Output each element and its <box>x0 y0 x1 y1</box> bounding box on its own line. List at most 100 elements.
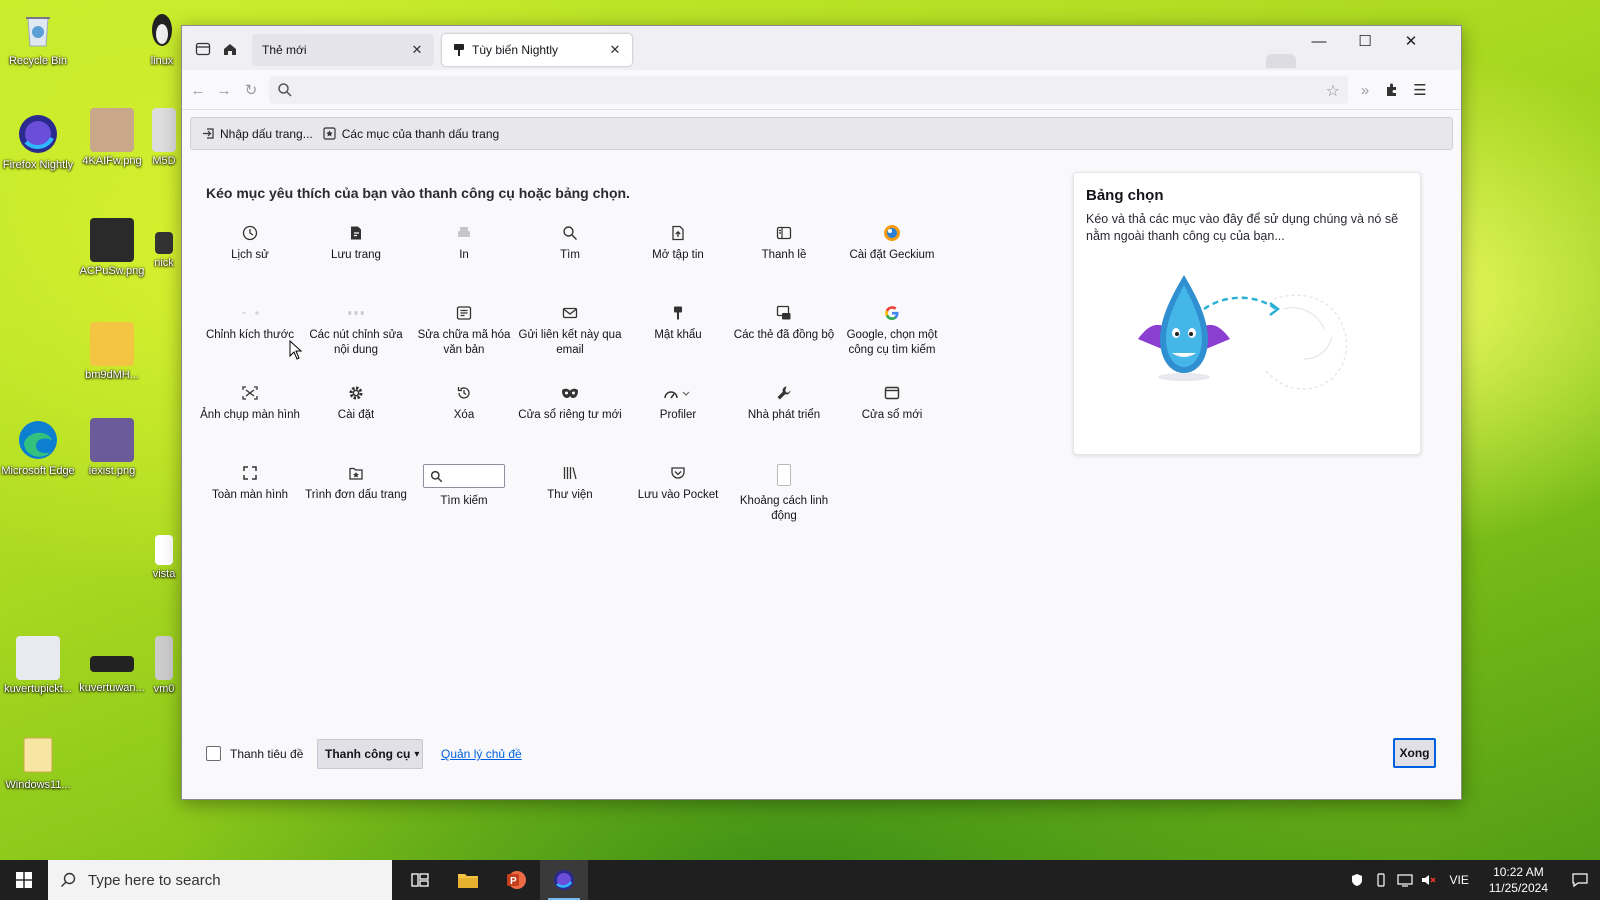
forward-button[interactable]: → <box>213 79 235 101</box>
desktop-icon-kuvertuwan[interactable]: kuvertuwan... <box>74 648 150 695</box>
taskbar-search-box[interactable]: Type here to search <box>48 860 392 900</box>
back-arrow-icon: ← <box>190 81 206 99</box>
taskbar-file-explorer[interactable] <box>444 860 492 900</box>
input-language[interactable]: VIE <box>1449 873 1468 887</box>
palette-item-forget[interactable]: Xóa <box>410 384 518 423</box>
palette-item-developer[interactable]: Nhà phát triển <box>730 384 838 423</box>
palette-item-bookmarks-menu[interactable]: Trình đơn dấu trang <box>302 464 410 503</box>
palette-item-label: Thư viện <box>547 489 593 501</box>
screenshot-icon <box>241 384 259 402</box>
new-window-icon <box>883 384 901 402</box>
network-icon[interactable] <box>1393 860 1417 900</box>
import-bookmarks-label: Nhập dấu trang... <box>220 126 313 141</box>
palette-item-label: Gửi liên kết này qua email <box>518 329 622 356</box>
palette-item-google-search[interactable]: Google, chọn một công cụ tìm kiếm <box>838 304 946 358</box>
palette-item-text-encoding[interactable]: Sửa chữa mã hóa văn bản <box>410 304 518 358</box>
manage-themes-link[interactable]: Quản lý chủ đề <box>441 747 522 761</box>
palette-item-settings[interactable]: Cài đặt <box>302 384 410 423</box>
palette-item-search-field[interactable]: Tìm kiếm <box>410 464 518 509</box>
dragon-illustration-icon <box>1138 275 1348 390</box>
palette-item-find[interactable]: Tìm <box>516 224 624 263</box>
desktop-icon-vm0[interactable]: vm0 <box>146 636 182 696</box>
back-button[interactable]: ← <box>187 79 209 101</box>
desktop-icon-iexist[interactable]: iexist.png <box>74 418 150 478</box>
double-chevron-icon: » <box>1360 81 1370 99</box>
desktop-icon-recycle-bin[interactable]: Recycle Bin <box>0 8 76 68</box>
tab-new-tab[interactable]: Thẻ mới ✕ <box>252 34 434 66</box>
mouse-cursor-icon <box>289 340 303 360</box>
tab-customize-nightly[interactable]: Tùy biến Nightly ✕ <box>442 34 632 66</box>
desktop-icon-kuvertupickt[interactable]: kuvertupickt... <box>0 636 76 696</box>
desktop-icon-linux[interactable]: linux <box>140 8 184 68</box>
import-bookmarks-button[interactable]: Nhập dấu trang... <box>201 127 313 141</box>
forward-arrow-icon: → <box>216 81 232 99</box>
taskbar: Type here to search P VIE 10:22 AM 11/25… <box>0 860 1600 900</box>
security-shield-icon[interactable] <box>1345 860 1369 900</box>
usb-device-icon[interactable] <box>1369 860 1393 900</box>
desktop-icon-bm9dmh[interactable]: bm9dMH... <box>74 322 150 382</box>
toolbars-dropdown[interactable]: Thanh công cụ ▾ <box>317 739 423 769</box>
desktop-icon-nick[interactable]: nick <box>146 232 182 270</box>
task-view-button[interactable] <box>396 860 444 900</box>
palette-item-profiler[interactable]: Profiler <box>624 384 732 423</box>
desktop-icon-microsoft-edge[interactable]: Microsoft Edge <box>0 418 76 478</box>
palette-item-flexible-space[interactable]: Khoảng cách linh động <box>730 464 838 524</box>
image-file-icon <box>155 232 173 254</box>
taskbar-powerpoint[interactable]: P <box>492 860 540 900</box>
palette-item-pocket[interactable]: Lưu vào Pocket <box>624 464 732 503</box>
palette-item-synced-tabs[interactable]: Các thẻ đã đồng bộ <box>730 304 838 343</box>
palette-item-fullscreen[interactable]: Toàn màn hình <box>196 464 304 503</box>
palette-item-label: Xóa <box>453 409 475 421</box>
palette-item-library[interactable]: Thư viện <box>516 464 624 503</box>
palette-item-new-window[interactable]: Cửa sổ mới <box>838 384 946 423</box>
maximize-button[interactable]: ☐ <box>1342 26 1388 56</box>
title-bar-checkbox[interactable] <box>206 746 221 761</box>
desktop-icon-label: linux <box>150 55 174 67</box>
overflow-menu-panel[interactable]: Bảng chọn Kéo và thả các mục vào đây để … <box>1073 172 1421 455</box>
overflow-chevron-button[interactable]: » <box>1354 79 1376 101</box>
app-menu-button[interactable]: ☰ <box>1409 79 1431 101</box>
volume-muted-icon[interactable] <box>1417 860 1441 900</box>
desktop-icon-vista[interactable]: vista <box>146 535 182 581</box>
search-icon <box>61 872 76 887</box>
bookmarks-toolbar-items[interactable]: Các mục của thanh dấu trang <box>323 127 499 141</box>
palette-item-zoom-controls[interactable]: Chỉnh kích thước <box>196 304 304 343</box>
desktop-icon-label: bm9dMH... <box>85 369 139 381</box>
penguin-icon <box>147 8 177 52</box>
palette-item-print[interactable]: In <box>410 224 518 263</box>
palette-item-save-page[interactable]: Lưu trang <box>302 224 410 263</box>
palette-item-geckium[interactable]: Cài đặt Geckium <box>838 224 946 263</box>
palette-item-screenshot[interactable]: Ảnh chụp màn hình <box>196 384 304 423</box>
palette-item-open-file[interactable]: Mở tập tin <box>624 224 732 263</box>
palette-item-history[interactable]: Lịch sử <box>196 224 304 263</box>
tab-overview-button[interactable] <box>192 38 214 60</box>
minimize-button[interactable]: — <box>1296 26 1342 56</box>
extensions-button[interactable] <box>1381 79 1403 101</box>
start-button[interactable] <box>0 860 48 900</box>
tab-close-button[interactable]: ✕ <box>410 42 424 58</box>
bookmarks-toolbar-icon <box>323 127 337 141</box>
taskbar-firefox-nightly[interactable] <box>540 860 588 900</box>
palette-item-passwords[interactable]: Mật khẩu <box>624 304 732 343</box>
url-bar[interactable]: ☆ <box>269 76 1348 104</box>
palette-item-private-window[interactable]: Cửa sổ riêng tư mới <box>516 384 624 423</box>
palette-item-email-link[interactable]: Gửi liên kết này qua email <box>516 304 624 358</box>
done-button[interactable]: Xong <box>1393 738 1436 768</box>
desktop-icon-firefox-nightly[interactable]: Firefox Nightly <box>0 112 76 172</box>
palette-item-label: Các thẻ đã đồng bộ <box>733 329 835 341</box>
desktop-icon-acpusw[interactable]: ACPuSw.png <box>74 218 150 278</box>
desktop-icon-m5d[interactable]: M5D <box>146 108 182 168</box>
bookmark-star-icon[interactable]: ☆ <box>1326 81 1340 101</box>
close-window-button[interactable]: ✕ <box>1388 26 1434 56</box>
tab-close-button[interactable]: ✕ <box>608 42 622 58</box>
notifications-button[interactable] <box>1560 860 1600 900</box>
palette-item-edit-controls[interactable]: Các nút chỉnh sửa nội dung <box>302 304 410 358</box>
taskbar-clock[interactable]: 10:22 AM 11/25/2024 <box>1489 864 1548 896</box>
browser-window: Thẻ mới ✕ Tùy biến Nightly ✕ — ☐ ✕ ← → ↻… <box>181 25 1462 800</box>
desktop-icon-windows11[interactable]: Windows11... <box>0 732 76 792</box>
home-icon <box>224 44 236 55</box>
palette-item-sidebar[interactable]: Thanh lề <box>730 224 838 263</box>
desktop-icon-4kaifw[interactable]: 4KAIFw.png <box>74 108 150 168</box>
reload-button[interactable]: ↻ <box>240 79 262 101</box>
home-button[interactable] <box>219 38 241 60</box>
